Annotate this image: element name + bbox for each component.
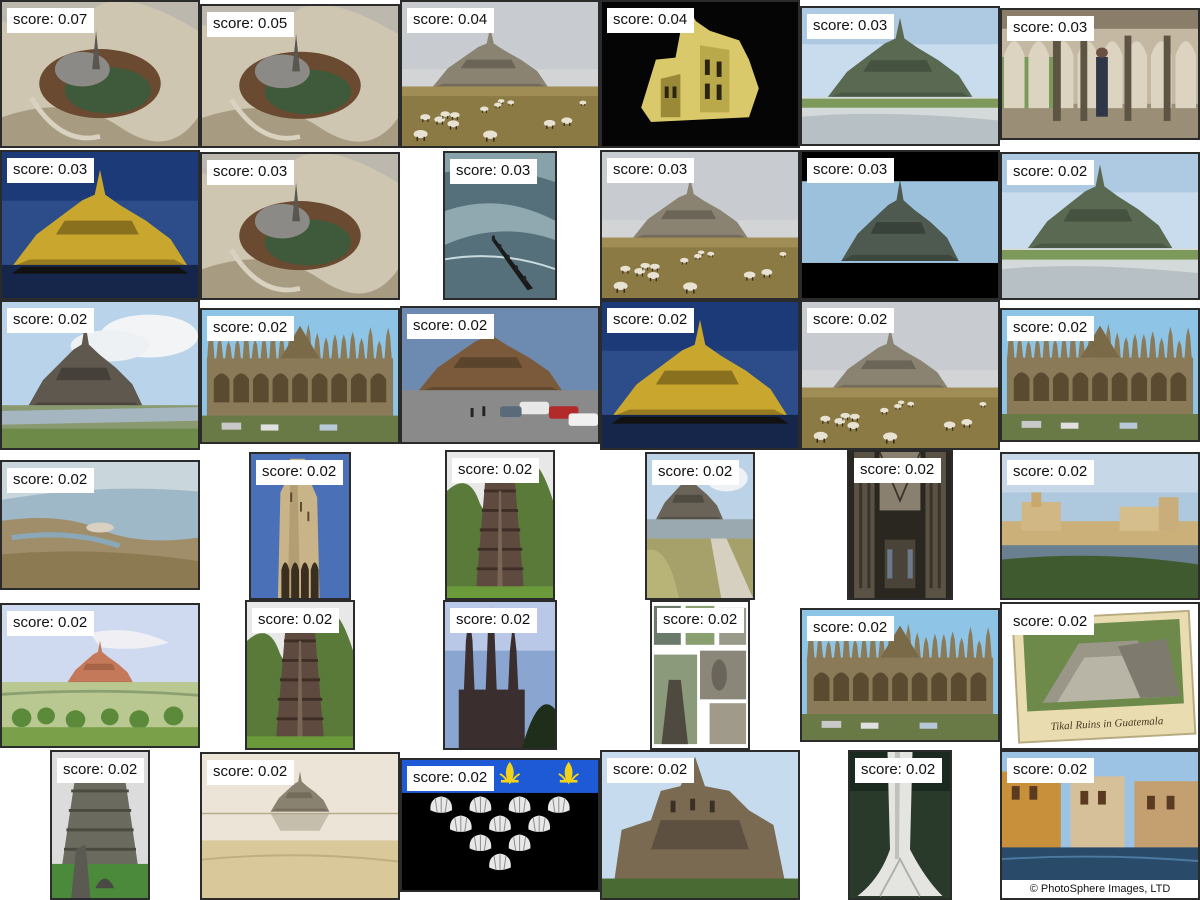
score-label: score: 0.07 bbox=[7, 8, 95, 33]
result-thumbnail[interactable]: score: 0.02 bbox=[400, 758, 600, 892]
result-thumbnail[interactable]: score: 0.02 bbox=[200, 308, 400, 444]
score-label: score: 0.03 bbox=[607, 158, 695, 183]
score-label: score: 0.02 bbox=[652, 460, 740, 485]
score-label: score: 0.02 bbox=[7, 611, 95, 636]
result-thumbnail[interactable]: score: 0.02 bbox=[0, 300, 200, 450]
result-thumbnail[interactable]: score: 0.02 bbox=[800, 300, 1000, 450]
result-thumbnail[interactable]: score: 0.03 bbox=[800, 6, 1000, 146]
result-thumbnail[interactable]: score: 0.02 Tikal Ruins in Guatemala bbox=[1000, 602, 1200, 750]
result-thumbnail[interactable]: score: 0.03 bbox=[443, 151, 557, 300]
score-label: score: 0.02 bbox=[607, 758, 695, 783]
result-thumbnail[interactable]: score: 0.02 © PhotoSphere Images, LTD bbox=[1000, 750, 1200, 900]
score-label: score: 0.02 bbox=[252, 608, 340, 633]
result-thumbnail[interactable]: score: 0.02 bbox=[249, 452, 351, 600]
result-thumbnail[interactable]: score: 0.03 bbox=[1000, 8, 1200, 140]
score-label: score: 0.03 bbox=[450, 159, 538, 184]
image-retrieval-grid: score: 0.07 score: 0.05 score: 0.04 scor… bbox=[0, 0, 1200, 900]
result-thumbnail[interactable]: score: 0.02 bbox=[245, 600, 355, 750]
score-label: score: 0.03 bbox=[807, 14, 895, 39]
result-thumbnail[interactable]: score: 0.02 bbox=[1000, 452, 1200, 600]
result-thumbnail[interactable]: score: 0.02 bbox=[847, 450, 953, 600]
result-thumbnail[interactable]: score: 0.02 bbox=[1000, 308, 1200, 442]
result-thumbnail[interactable]: score: 0.07 bbox=[0, 0, 200, 148]
score-label: score: 0.02 bbox=[256, 460, 344, 485]
result-thumbnail[interactable]: score: 0.02 bbox=[200, 752, 400, 900]
result-thumbnail[interactable]: score: 0.02 bbox=[645, 452, 755, 600]
score-label: score: 0.03 bbox=[1007, 16, 1095, 41]
score-label: score: 0.02 bbox=[452, 458, 540, 483]
result-thumbnail[interactable]: score: 0.02 bbox=[1000, 152, 1200, 300]
score-label: score: 0.02 bbox=[7, 308, 95, 333]
result-thumbnail[interactable]: score: 0.02 bbox=[650, 600, 750, 750]
result-thumbnail[interactable]: score: 0.02 bbox=[0, 460, 200, 590]
result-thumbnail[interactable]: score: 0.02 bbox=[445, 450, 555, 600]
score-label: score: 0.02 bbox=[1007, 758, 1095, 783]
score-label: score: 0.02 bbox=[57, 758, 145, 783]
photo-credit: © PhotoSphere Images, LTD bbox=[1002, 880, 1198, 898]
score-label: score: 0.02 bbox=[1007, 460, 1095, 485]
score-label: score: 0.02 bbox=[807, 308, 895, 333]
result-thumbnail[interactable]: score: 0.02 bbox=[600, 300, 800, 450]
score-label: score: 0.03 bbox=[807, 158, 895, 183]
score-label: score: 0.02 bbox=[854, 458, 942, 483]
result-thumbnail[interactable]: score: 0.03 bbox=[600, 150, 800, 300]
score-label: score: 0.02 bbox=[807, 616, 895, 641]
score-label: score: 0.02 bbox=[657, 608, 745, 633]
score-label: score: 0.02 bbox=[407, 314, 495, 339]
score-label: score: 0.02 bbox=[407, 766, 495, 791]
result-thumbnail[interactable]: score: 0.02 bbox=[600, 750, 800, 900]
score-label: score: 0.02 bbox=[207, 316, 295, 341]
score-label: score: 0.04 bbox=[607, 8, 695, 33]
score-label: score: 0.02 bbox=[855, 758, 943, 783]
result-thumbnail[interactable]: score: 0.04 bbox=[400, 0, 600, 148]
score-label: score: 0.04 bbox=[407, 8, 495, 33]
score-label: score: 0.02 bbox=[207, 760, 295, 785]
score-label: score: 0.02 bbox=[607, 308, 695, 333]
score-label: score: 0.02 bbox=[1007, 316, 1095, 341]
result-thumbnail[interactable]: score: 0.03 bbox=[200, 152, 400, 300]
result-thumbnail[interactable]: score: 0.02 bbox=[50, 750, 150, 900]
result-thumbnail[interactable]: score: 0.02 bbox=[848, 750, 952, 900]
result-thumbnail[interactable]: score: 0.03 bbox=[0, 150, 200, 300]
result-thumbnail[interactable]: score: 0.02 bbox=[0, 603, 200, 748]
result-thumbnail[interactable]: score: 0.04 bbox=[600, 0, 800, 148]
result-thumbnail[interactable]: score: 0.05 bbox=[200, 4, 400, 148]
score-label: score: 0.02 bbox=[1007, 610, 1095, 635]
result-thumbnail[interactable]: score: 0.02 bbox=[800, 608, 1000, 742]
result-thumbnail[interactable]: score: 0.03 bbox=[800, 150, 1000, 300]
result-thumbnail[interactable]: score: 0.02 bbox=[400, 306, 600, 444]
score-label: score: 0.02 bbox=[450, 608, 538, 633]
score-label: score: 0.05 bbox=[207, 12, 295, 37]
score-label: score: 0.03 bbox=[207, 160, 295, 185]
result-thumbnail[interactable]: score: 0.02 bbox=[443, 600, 557, 750]
score-label: score: 0.02 bbox=[7, 468, 95, 493]
score-label: score: 0.03 bbox=[7, 158, 95, 183]
score-label: score: 0.02 bbox=[1007, 160, 1095, 185]
